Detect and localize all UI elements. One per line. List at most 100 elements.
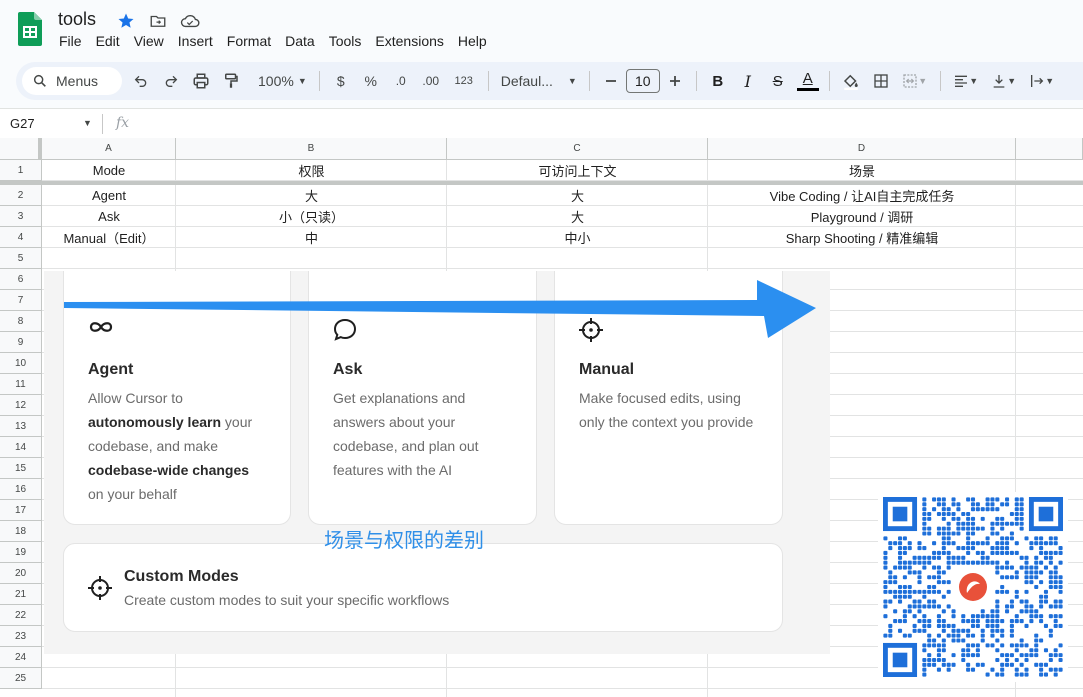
qr-code-icon[interactable]	[878, 492, 1068, 682]
column-header-b[interactable]: B	[176, 138, 447, 160]
row-header-8[interactable]: 8	[0, 311, 42, 332]
text-color-button[interactable]: A	[793, 67, 823, 95]
menu-edit[interactable]: Edit	[96, 33, 128, 49]
font-size-decrease-button[interactable]	[596, 67, 626, 95]
move-folder-icon[interactable]	[148, 11, 168, 31]
table-cell[interactable]: Playground / 调研	[708, 206, 1016, 227]
decrease-decimal-button[interactable]: .0	[386, 67, 416, 95]
toolbar-divider	[487, 71, 489, 91]
menu-data[interactable]: Data	[285, 33, 323, 49]
menu-insert[interactable]: Insert	[178, 33, 221, 49]
manual-description: Make focused edits, using only the contex…	[579, 386, 779, 434]
font-size-input[interactable]: 10	[625, 69, 660, 93]
table-cell[interactable]: Vibe Coding / 让AI自主完成任务	[708, 185, 1016, 206]
table-cell[interactable]: 小（只读）	[176, 206, 447, 227]
table-cell[interactable]: 大	[176, 185, 447, 206]
row-header-7[interactable]: 7	[0, 290, 42, 311]
table-cell[interactable]: 中小	[447, 227, 708, 248]
font-select[interactable]: Defaul... ▼	[495, 73, 583, 89]
row-header-9[interactable]: 9	[0, 332, 42, 353]
menu-bar: File Edit View Insert Format Data Tools …	[59, 33, 501, 49]
row-header-3[interactable]: 3	[0, 206, 42, 227]
horizontal-align-button[interactable]: ▼	[947, 67, 985, 95]
row-header-24[interactable]: 24	[0, 647, 42, 668]
number-format-button[interactable]: 123	[446, 67, 482, 95]
menu-extensions[interactable]: Extensions	[375, 33, 451, 49]
row-header-5[interactable]: 5	[0, 248, 42, 269]
row-header-21[interactable]: 21	[0, 584, 42, 605]
row-header-17[interactable]: 17	[0, 500, 42, 521]
menu-view[interactable]: View	[134, 33, 172, 49]
row-header-11[interactable]: 11	[0, 374, 42, 395]
row-header-1[interactable]: 1	[0, 160, 42, 181]
row-header-10[interactable]: 10	[0, 353, 42, 374]
text-overflow-icon	[1031, 75, 1044, 87]
header-cell[interactable]: 可访问上下文	[447, 160, 708, 181]
toolbar-divider	[939, 71, 941, 91]
merge-cells-button[interactable]: ▼	[896, 67, 934, 95]
row-header-25[interactable]: 25	[0, 668, 42, 689]
table-cell[interactable]: Sharp Shooting / 精准编辑	[708, 227, 1016, 248]
document-title[interactable]: tools	[58, 9, 96, 30]
table-cell[interactable]: Manual（Edit）	[42, 227, 176, 248]
row-header-2[interactable]: 2	[0, 185, 42, 206]
header-cell[interactable]: Mode	[42, 160, 176, 181]
fill-color-button[interactable]	[836, 67, 866, 95]
sheets-logo-icon[interactable]	[18, 12, 42, 46]
borders-button[interactable]	[866, 67, 896, 95]
text-wrap-button[interactable]: ▼	[1023, 67, 1061, 95]
column-header-d[interactable]: D	[708, 138, 1016, 160]
column-header-e[interactable]	[1016, 138, 1083, 160]
chevron-down-icon[interactable]: ▼	[83, 118, 92, 128]
redo-icon	[165, 75, 178, 87]
undo-button[interactable]	[126, 67, 156, 95]
redo-button[interactable]	[156, 67, 186, 95]
column-header-c[interactable]: C	[447, 138, 708, 160]
row-header-4[interactable]: 4	[0, 227, 42, 248]
row-header-23[interactable]: 23	[0, 626, 42, 647]
select-all-corner[interactable]	[0, 138, 42, 160]
menu-file[interactable]: File	[59, 33, 90, 49]
table-cell[interactable]: 大	[447, 185, 708, 206]
menu-tools[interactable]: Tools	[329, 33, 370, 49]
row-header-13[interactable]: 13	[0, 416, 42, 437]
row-header-22[interactable]: 22	[0, 605, 42, 626]
name-box[interactable]: G27	[10, 116, 35, 131]
header-cell[interactable]: 权限	[176, 160, 447, 181]
bold-button[interactable]: B	[703, 67, 733, 95]
row-header-6[interactable]: 6	[0, 269, 42, 290]
menu-format[interactable]: Format	[227, 33, 279, 49]
row-header-18[interactable]: 18	[0, 521, 42, 542]
table-cell[interactable]: 中	[176, 227, 447, 248]
font-value: Defaul...	[500, 73, 553, 89]
text-run: answers about your	[333, 414, 456, 430]
custom-modes-description: Create custom modes to suit your specifi…	[124, 592, 450, 608]
font-size-increase-button[interactable]	[660, 67, 690, 95]
header-cell[interactable]: 场景	[708, 160, 1016, 181]
print-button[interactable]	[186, 67, 216, 95]
menu-help[interactable]: Help	[458, 33, 495, 49]
increase-decimal-button[interactable]: .00	[416, 67, 446, 95]
frozen-row-divider-corner	[0, 181, 42, 185]
zoom-select[interactable]: 100% ▼	[252, 73, 313, 89]
row-header-12[interactable]: 12	[0, 395, 42, 416]
vertical-align-button[interactable]: ▼	[985, 67, 1023, 95]
star-icon[interactable]	[116, 11, 136, 31]
table-cell[interactable]: 大	[447, 206, 708, 227]
row-header-16[interactable]: 16	[0, 479, 42, 500]
row-header-14[interactable]: 14	[0, 437, 42, 458]
table-cell[interactable]: Agent	[42, 185, 176, 206]
cloud-saved-icon[interactable]	[180, 11, 200, 31]
column-header-a[interactable]: A	[42, 138, 176, 160]
percent-format-button[interactable]: %	[356, 67, 386, 95]
row-header-20[interactable]: 20	[0, 563, 42, 584]
row-header-19[interactable]: 19	[0, 542, 42, 563]
table-cell[interactable]: Ask	[42, 206, 176, 227]
paint-format-button[interactable]	[216, 67, 246, 95]
menu-search[interactable]: Menus	[22, 67, 122, 95]
italic-button[interactable]: I	[733, 67, 763, 95]
description-line: Get explanations and	[333, 386, 523, 410]
strikethrough-button[interactable]: S	[763, 67, 793, 95]
row-header-15[interactable]: 15	[0, 458, 42, 479]
currency-format-button[interactable]: $	[326, 67, 356, 95]
